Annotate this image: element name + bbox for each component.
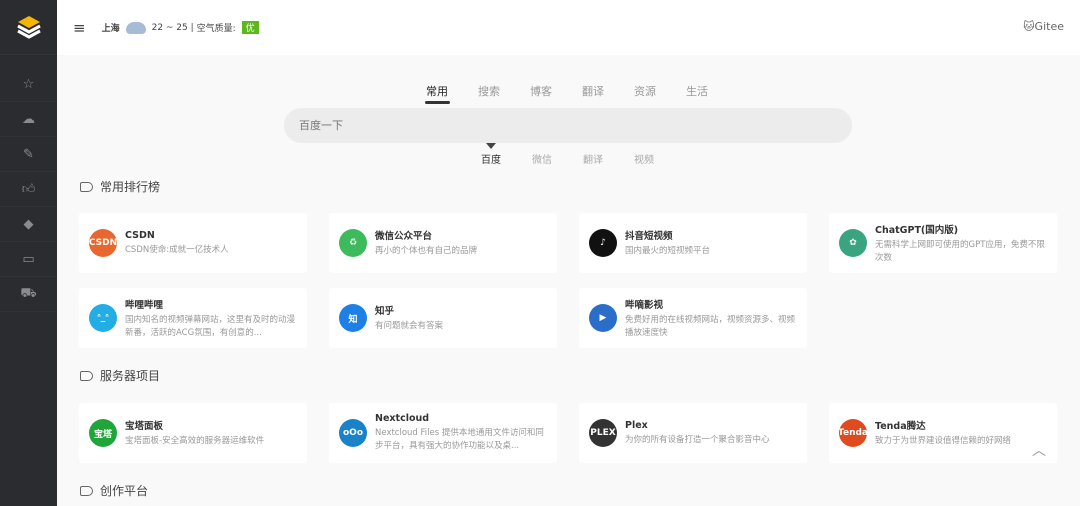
site-logo-icon: PLEX: [589, 419, 617, 447]
site-description: CSDN使命:成就一亿技术人: [125, 244, 229, 255]
thumbs-up-icon[interactable]: 👍︎: [0, 172, 57, 207]
site-description: 无需科学上网即可使用的GPT应用，免费不限次数: [875, 239, 1045, 263]
site-card[interactable]: ᐢ_ᐢ 哔哩哔哩国内知名的视频弹幕网站，这里有及时的动漫新番，活跃的ACG氛围，有…: [79, 288, 307, 348]
site-card[interactable]: 宝塔 宝塔面板宝塔面板-安全高效的服务器运维软件: [79, 403, 307, 463]
site-title: ChatGPT(国内版): [875, 224, 959, 236]
city: 上海: [101, 24, 120, 34]
header: ≡ 上海 22 ~ 25 | 空气质量: 优 🐱Gitee: [57, 0, 1080, 55]
tab[interactable]: 生活: [686, 83, 738, 99]
site-title: 微信公众平台: [375, 231, 433, 242]
caret-down-icon: [486, 143, 496, 149]
section-title: 创作平台: [100, 484, 149, 498]
engine-tab[interactable]: 微信: [532, 151, 583, 166]
tab[interactable]: 搜索: [478, 83, 530, 99]
site-card[interactable]: PLEX Plex 为你的所有设备打造一个聚合影音中心: [579, 403, 807, 463]
site-title: 哔嘀影视: [625, 299, 664, 311]
site-description: 致力于为世界建设值得信赖的好网络: [875, 436, 1012, 446]
star-icon[interactable]: ☆: [0, 67, 57, 102]
air-quality-badge: 优: [241, 21, 259, 34]
cloud-icon: [125, 21, 146, 34]
section-header: 创作平台: [80, 482, 148, 499]
pencil-icon[interactable]: ✎: [0, 137, 57, 172]
site-logo-icon: ᐢ_ᐢ: [89, 304, 117, 332]
site-title: Tenda腾达: [875, 421, 926, 432]
tag-icon: [80, 485, 93, 496]
site-card[interactable]: 知知乎有问题就会有答案: [329, 288, 557, 348]
diamond-icon[interactable]: ◆: [0, 207, 57, 242]
site-title: CSDN: [125, 229, 155, 241]
site-description: 国内最火的短视频平台: [625, 246, 711, 256]
back-to-top-icon[interactable]: ︿: [1032, 440, 1046, 460]
site-card[interactable]: ♪ 抖音短视频国内最火的短视频平台: [579, 213, 807, 273]
tag-icon: [80, 370, 93, 381]
site-card[interactable]: CSDN CSDN CSDN使命:成就一亿技术人: [79, 213, 307, 273]
site-card[interactable]: ▶ 哔嘀影视免费好用的在线视频网站，视频资源多、视频播放速度快: [579, 288, 807, 348]
site-description: 再小的个体也有自己的品牌: [375, 246, 478, 256]
truck-icon[interactable]: ⛟: [0, 277, 57, 312]
site-logo-icon: 宝塔: [89, 419, 117, 447]
engine-tab[interactable]: 百度: [481, 151, 532, 166]
site-card[interactable]: Tenda Tenda腾达致力于为世界建设值得信赖的好网络: [829, 403, 1057, 463]
site-title: Nextcloud: [375, 413, 430, 424]
active-tab-indicator: [425, 101, 450, 104]
gitee-link[interactable]: 🐱Gitee: [1023, 20, 1064, 33]
engine-tabs: 百度 微信 翻译 视频: [481, 151, 685, 166]
site-description: Nextcloud Files 提供本地通用文件访问和同步平台，具有强大的协作功…: [375, 428, 544, 451]
site-logo-icon: oOo: [339, 419, 367, 447]
site-logo-icon: ♪: [589, 229, 617, 257]
site-description: 国内知名的视频弹幕网站，这里有及时的动漫新番，活跃的ACG氛围，有创意的...: [125, 314, 296, 338]
site-logo-icon: Tenda: [838, 419, 868, 447]
air-quality-label: 空气质量:: [196, 24, 236, 34]
tag-icon: [80, 181, 93, 192]
section-header: 常用排行榜: [80, 178, 160, 195]
monitor-icon[interactable]: ▭: [0, 242, 57, 277]
site-logo-icon: 知: [339, 304, 367, 332]
section-title: 服务器项目: [100, 369, 161, 383]
site-description: 免费好用的在线视频网站，视频资源多、视频播放速度快: [625, 314, 796, 338]
section-title: 常用排行榜: [100, 180, 161, 194]
tab[interactable]: 资源: [634, 83, 686, 99]
site-logo-icon: CSDN: [89, 229, 117, 257]
site-card[interactable]: ♻ 微信公众平台再小的个体也有自己的品牌: [329, 213, 557, 273]
site-title: 宝塔面板: [125, 421, 164, 432]
site-title: Plex: [625, 419, 648, 431]
tab[interactable]: 翻译: [582, 83, 634, 99]
engine-tab[interactable]: 翻译: [583, 151, 634, 166]
tab[interactable]: 常用: [426, 83, 478, 99]
cloud-icon[interactable]: ☁: [0, 102, 57, 137]
site-title: 哔哩哔哩: [125, 299, 164, 311]
site-title: 抖音短视频: [625, 231, 673, 242]
site-description: 宝塔面板-安全高效的服务器运维软件: [125, 436, 265, 446]
separator: |: [190, 22, 194, 33]
tab[interactable]: 博客: [530, 83, 582, 99]
site-description: 有问题就会有答案: [375, 321, 444, 331]
category-tabs: 常用 搜索 博客 翻译 资源 生活: [426, 83, 738, 99]
sidebar: ☆ ☁ ✎ 👍︎ ◆ ▭ ⛟: [0, 0, 57, 506]
site-logo-icon: ✿: [839, 229, 867, 257]
site-title: 知乎: [375, 306, 395, 317]
site-card[interactable]: ✿ ChatGPT(国内版) 无需科学上网即可使用的GPT应用，免费不限次数: [829, 213, 1057, 273]
temperature: 22 ~ 25: [151, 22, 188, 33]
section-header: 服务器项目: [80, 367, 160, 384]
search-input[interactable]: [284, 108, 852, 143]
engine-tab[interactable]: 视频: [634, 151, 685, 166]
site-logo-icon: ▶: [589, 304, 617, 332]
logo-icon[interactable]: [0, 0, 57, 55]
site-logo-icon: ♻: [339, 229, 367, 257]
site-card[interactable]: oOo Nextcloud Nextcloud Files 提供本地通用文件访问和同…: [329, 403, 557, 463]
hamburger-icon[interactable]: ≡: [73, 19, 86, 37]
site-description: 为你的所有设备打造一个聚合影音中心: [625, 434, 770, 445]
